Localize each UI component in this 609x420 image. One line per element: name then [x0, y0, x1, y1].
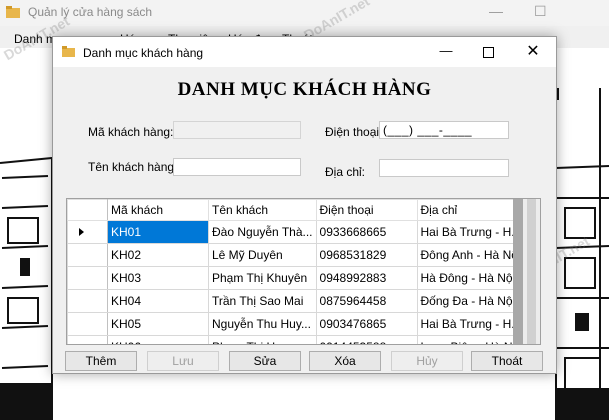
folder-icon: [62, 46, 75, 57]
customer-catalog-dialog: Danh mục khách hàng — ✕ DANH MỤC KHÁCH H…: [52, 36, 557, 374]
table-cell[interactable]: KH04: [107, 289, 209, 313]
table-cell[interactable]: KH05: [107, 312, 209, 336]
table-cell[interactable]: KH03: [107, 266, 209, 290]
close-icon[interactable]: ✕: [522, 41, 544, 61]
dialog-title: Danh mục khách hàng: [83, 46, 204, 60]
row-header[interactable]: [67, 289, 108, 313]
scrollbar-thumb[interactable]: [527, 199, 536, 344]
row-header-corner: [67, 199, 108, 221]
table-cell[interactable]: Đào Nguyễn Thà...: [208, 220, 317, 244]
row-header[interactable]: [67, 266, 108, 290]
column-header-ma-khach[interactable]: Mã khách: [107, 199, 209, 221]
minimize-icon[interactable]: —: [489, 3, 503, 19]
table-cell[interactable]: 0933668665: [315, 220, 418, 244]
main-window-titlebar: Quản lý cửa hàng sách — ☐: [0, 0, 609, 26]
save-button[interactable]: Lưu: [147, 351, 219, 371]
row-header[interactable]: [67, 243, 108, 267]
cancel-button[interactable]: Hủy: [391, 351, 463, 371]
table-cell[interactable]: Nguyễn Thu Huy...: [208, 312, 317, 336]
menu-item-danh-muc[interactable]: Danh m: [14, 32, 56, 46]
dialog-titlebar: Danh mục khách hàng — ✕: [53, 37, 556, 67]
customer-id-label: Mã khách hàng:: [88, 125, 174, 139]
table-cell[interactable]: Hà Đông - Hà Nội: [416, 266, 526, 290]
table-cell[interactable]: 0903476865: [315, 312, 418, 336]
address-field[interactable]: [379, 159, 509, 177]
vertical-scrollbar[interactable]: [523, 199, 540, 344]
page-title: DANH MỤC KHÁCH HÀNG: [177, 79, 432, 100]
table-cell[interactable]: Long Biên - Hà Nội: [416, 335, 526, 344]
customer-id-field[interactable]: [173, 121, 301, 139]
column-header-ten-khach[interactable]: Tên khách: [208, 199, 317, 221]
table-cell[interactable]: KH01: [107, 220, 209, 244]
minimize-icon[interactable]: —: [435, 43, 457, 61]
column-header-dien-thoai[interactable]: Điện thoại: [315, 199, 418, 221]
table-cell[interactable]: 0875964458: [315, 289, 418, 313]
add-button[interactable]: Thêm: [65, 351, 137, 371]
main-window-title: Quản lý cửa hàng sách: [28, 5, 153, 19]
table-row[interactable]: KH04 Trần Thị Sao Mai 0875964458 Đống Đa…: [67, 289, 526, 313]
phone-field[interactable]: (___) ___-____: [379, 121, 509, 139]
customer-name-field[interactable]: [173, 158, 301, 176]
grid-empty-area: [513, 199, 523, 344]
table-row[interactable]: KH03 Phạm Thị Khuyên 0948992883 Hà Đông …: [67, 266, 526, 290]
column-header-dia-chi[interactable]: Địa chỉ: [416, 199, 526, 221]
delete-button[interactable]: Xóa: [309, 351, 381, 371]
phone-mask-text: (___) ___-____: [383, 123, 473, 137]
table-cell[interactable]: Phạm Thị Hương: [208, 335, 317, 344]
table-row[interactable]: KH02 Lê Mỹ Duyên 0968531829 Đông Anh - H…: [67, 243, 526, 267]
customer-data-grid[interactable]: Mã khách Tên khách Điện thoại Địa chỉ KH…: [66, 198, 541, 345]
table-cell[interactable]: Đống Đa - Hà Nội: [416, 289, 526, 313]
maximize-icon[interactable]: [477, 43, 499, 61]
row-header[interactable]: [67, 312, 108, 336]
table-cell[interactable]: 0948992883: [315, 266, 418, 290]
table-cell[interactable]: KH06: [107, 335, 209, 344]
table-cell[interactable]: KH02: [107, 243, 209, 267]
table-row[interactable]: KH01 Đào Nguyễn Thà... 0933668665 Hai Bà…: [67, 220, 526, 244]
table-cell[interactable]: Trần Thị Sao Mai: [208, 289, 317, 313]
table-cell[interactable]: Hai Bà Trưng - H...: [416, 312, 526, 336]
row-header[interactable]: [67, 335, 108, 344]
table-cell[interactable]: 0968531829: [315, 243, 418, 267]
table-cell[interactable]: Phạm Thị Khuyên: [208, 266, 317, 290]
table-cell[interactable]: Lê Mỹ Duyên: [208, 243, 317, 267]
exit-button[interactable]: Thoát: [471, 351, 543, 371]
table-row[interactable]: KH06 Phạm Thị Hương 0914453588 Long Biên…: [67, 335, 526, 344]
table-cell[interactable]: Hai Bà Trưng - H...: [416, 220, 526, 244]
folder-icon: [6, 6, 20, 18]
table-cell[interactable]: 0914453588: [315, 335, 418, 344]
row-header[interactable]: [67, 220, 108, 244]
customer-name-label: Tên khách hàng: [88, 160, 175, 174]
table-cell[interactable]: Đông Anh - Hà Nội: [416, 243, 526, 267]
edit-button[interactable]: Sửa: [229, 351, 301, 371]
address-label: Địa chỉ:: [325, 165, 366, 179]
current-row-arrow-icon: [79, 228, 84, 236]
phone-label: Điện thoại:: [325, 125, 383, 139]
grid-header-row: Mã khách Tên khách Điện thoại Địa chỉ: [67, 199, 526, 221]
maximize-icon[interactable]: ☐: [534, 3, 547, 20]
table-row[interactable]: KH05 Nguyễn Thu Huy... 0903476865 Hai Bà…: [67, 312, 526, 336]
